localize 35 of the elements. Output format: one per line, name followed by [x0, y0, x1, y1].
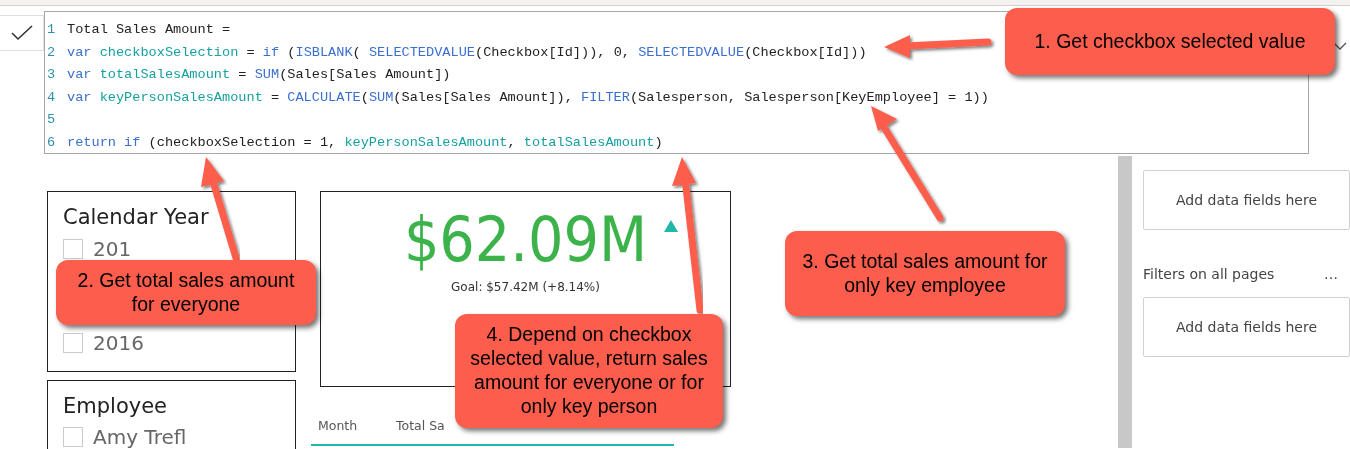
code-line: return if (checkboxSelection = 1, keyPersonSalesAmount, totalSalesAmount) [67, 133, 663, 152]
callout: 1. Get checkbox selected value [1005, 8, 1335, 75]
kpi-value: $62.09M [403, 206, 648, 275]
commit-button[interactable] [0, 15, 44, 51]
line-number: 6 [47, 133, 57, 152]
slicer-item-label: 2016 [93, 329, 144, 357]
callout: 3. Get total sales amount for only key employee [785, 231, 1065, 316]
more-options[interactable]: … [1324, 264, 1338, 285]
checkbox[interactable] [63, 332, 83, 353]
checkbox[interactable] [63, 427, 83, 447]
drop-well[interactable]: Add data fields here [1143, 170, 1350, 230]
checkbox[interactable] [63, 238, 83, 259]
line-number: 1 [47, 21, 57, 39]
column-header: Total Sa [395, 417, 446, 435]
line-number: 3 [47, 66, 57, 85]
checkmark-icon [10, 25, 33, 41]
code-line: var checkboxSelection = if (ISBLANK( SELECTEDVALUE(Checkbox[Id])), 0, SELECTEDVALUE(Checkbox[Id])) [67, 43, 867, 62]
line-number: 5 [47, 111, 57, 130]
slicer-title: Calendar Year [63, 204, 210, 231]
code-line: var totalSalesAmount = SUM(Sales[Sales Amount]) [67, 66, 451, 85]
column-header: Month [317, 417, 359, 435]
section-title: Filters on all pages [1143, 265, 1275, 284]
slicer-item-label: 201 [93, 235, 132, 263]
code-line: var keyPersonSalesAmount = CALCULATE(SUM(Sales[Sales Amount]), FILTER(Salesperson, Salesperson[KeyEmployee] = 1)) [67, 88, 989, 107]
code-line: Total Sales Amount = [67, 21, 231, 39]
line-number: 4 [47, 88, 57, 107]
callout: 2. Get total sales amount for everyone [56, 260, 316, 325]
kpi-goal: Goal: $57.42M (+8.14%) [451, 280, 600, 295]
slicer-title: Employee [63, 392, 168, 420]
callout: 4. Depend on checkbox selected value, return sales amount for everyone or for only key person [455, 314, 723, 428]
scrollbar[interactable] [1118, 156, 1132, 448]
slicer-item-label: Amy Trefl [93, 424, 187, 449]
line-number: 2 [47, 43, 57, 62]
up-triangle-icon [664, 220, 678, 232]
drop-well[interactable]: Add data fields here [1143, 297, 1350, 357]
